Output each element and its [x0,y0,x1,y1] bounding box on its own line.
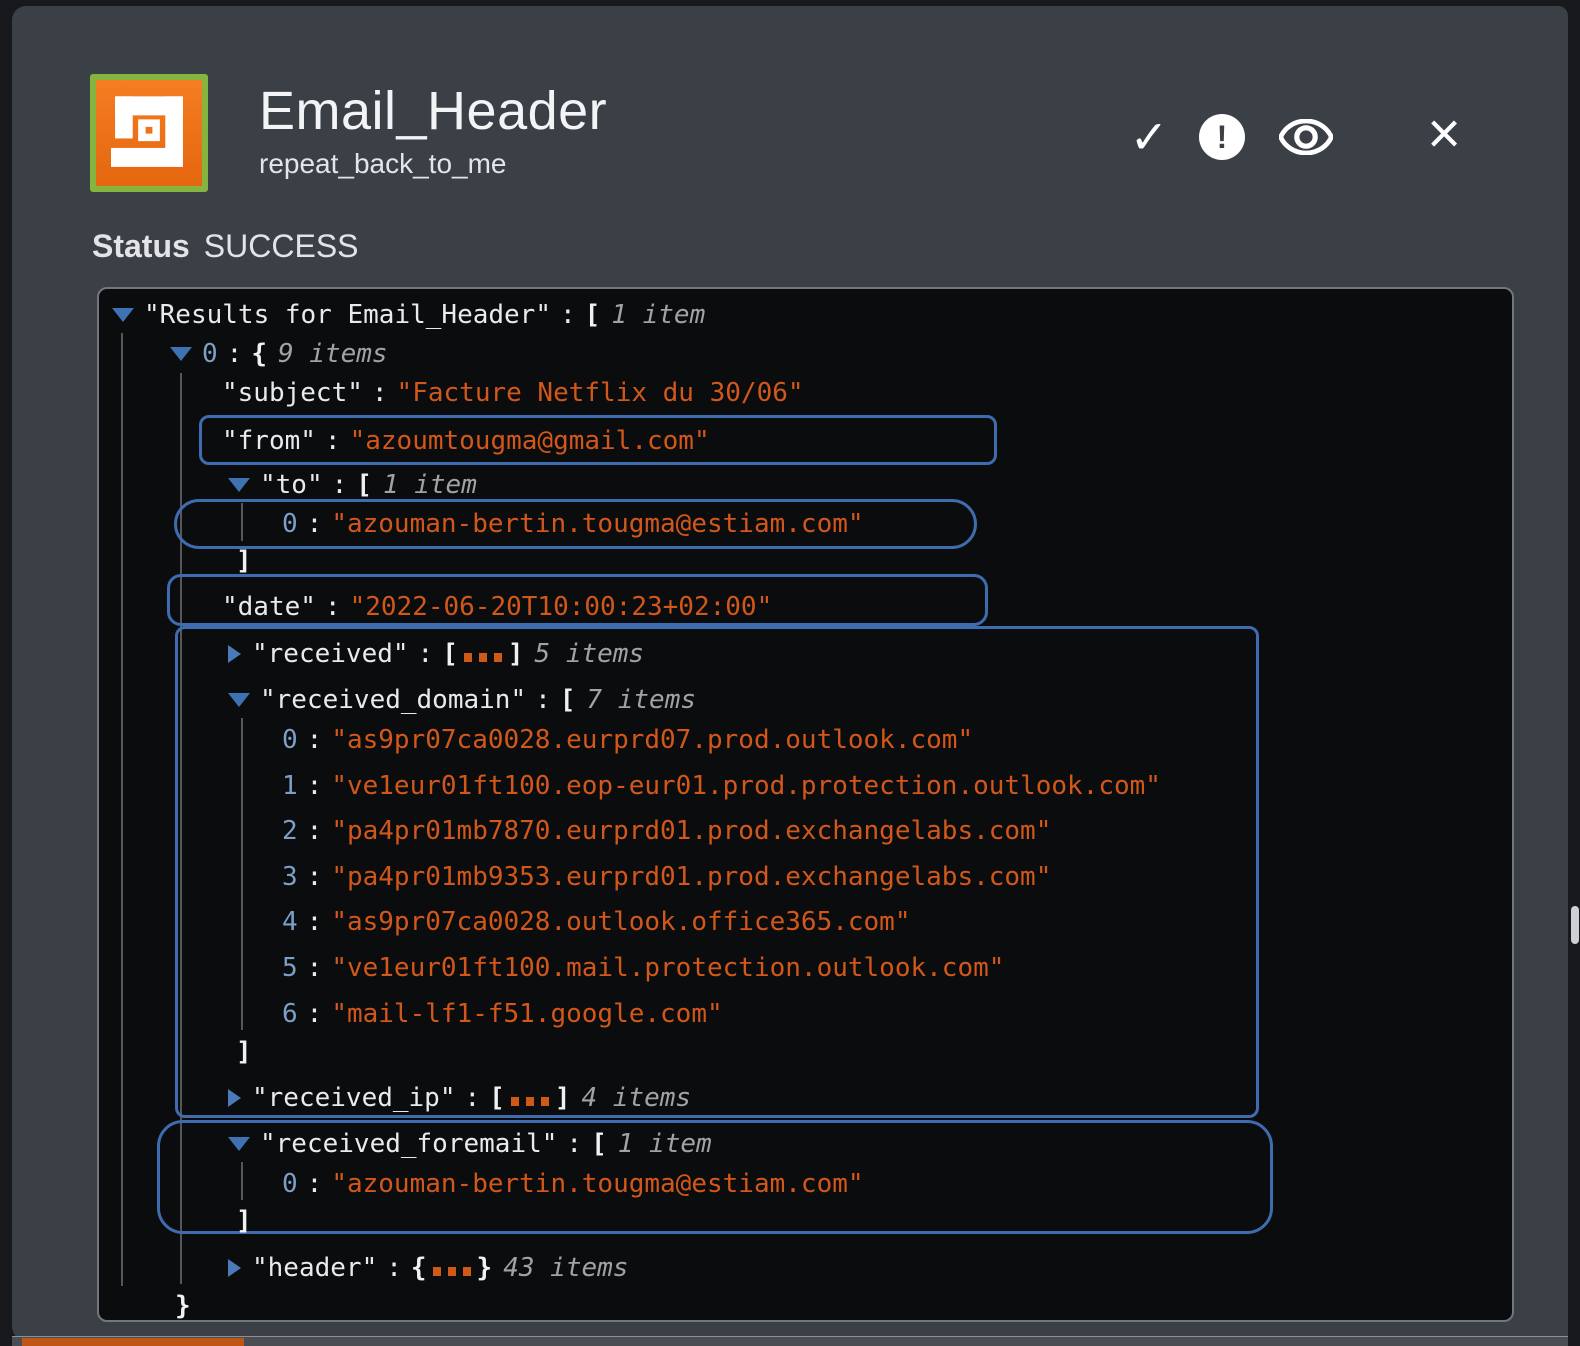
status-row: Status SUCCESS [92,228,359,265]
action-result-modal: Email_Header repeat_back_to_me ✓ ! × Sta… [12,6,1568,1342]
json-line: "received_ip":[] 4 items [228,1078,691,1118]
ellipsis-icon[interactable] [510,1096,549,1106]
collapse-icon[interactable] [228,478,250,492]
expand-icon[interactable] [228,645,241,663]
json-line: 3: "pa4pr01mb9353.eurprd01.prod.exchangel… [282,862,1052,892]
tree-guide-line [121,333,123,1286]
json-line: 0: "azouman-bertin.tougma@estiam.com" [282,509,864,539]
screen: Email_Header repeat_back_to_me ✓ ! × Sta… [0,0,1580,1346]
json-line: 0: "as9pr07ca0028.eurprd07.prod.outlook.c… [282,725,974,755]
json-line: } [175,1291,191,1321]
exclamation-circle-icon: ! [1199,114,1245,160]
close-button[interactable]: × [1417,105,1471,164]
page-title: Email_Header [259,81,608,141]
tree-guide-line [241,1162,243,1200]
json-line: 0: "azouman-bertin.tougma@estiam.com" [282,1169,864,1199]
collapse-icon[interactable] [228,693,250,707]
json-line: 5: "ve1eur01ft100.mail.protection.outlook… [282,953,1005,983]
horizontal-scrollbar-track[interactable] [12,1336,1568,1346]
shuffle-logo-icon [111,96,183,167]
tree-guide-line [180,373,182,1284]
json-line: "from": "azoumtougma@gmail.com" [222,426,710,456]
tree-guide-line [241,503,243,541]
ellipsis-icon[interactable] [432,1266,471,1276]
preview-button[interactable] [1279,110,1333,164]
collapse-icon[interactable] [112,308,134,322]
json-line: 1: "ve1eur01ft100.eop-eur01.prod.protecti… [282,771,1161,801]
json-line: 6: "mail-lf1-f51.google.com" [282,999,723,1029]
json-line: "received_foremail":[1 item [228,1124,712,1164]
json-line: ] [236,1037,252,1067]
json-line: 2: "pa4pr01mb7870.eurprd01.prod.exchangel… [282,816,1052,846]
json-line: "received":[] 5 items [228,634,644,674]
json-line: "received_domain":[7 items [228,680,696,720]
horizontal-scrollbar-thumb[interactable] [22,1338,244,1346]
shuffle-app-icon [90,74,208,192]
tree-guide-line [241,718,243,1030]
check-icon: ✓ [1129,111,1169,163]
json-result-viewer[interactable]: "Results for Email_Header":[1 item 0:{9 … [97,287,1514,1322]
expand-icon[interactable] [228,1259,241,1277]
action-subtitle: repeat_back_to_me [259,148,507,179]
json-line: "subject": "Facture Netflix du 30/06" [222,378,804,408]
json-line: 0:{9 items [170,334,388,374]
collapse-icon[interactable] [170,347,192,361]
json-line: "header":{} 43 items [228,1248,628,1288]
expand-icon[interactable] [228,1089,241,1107]
vertical-scrollbar-thumb[interactable] [1571,906,1579,944]
ellipsis-icon[interactable] [463,652,502,662]
confirm-button[interactable]: ✓ [1122,110,1176,164]
json-line: ] [236,1206,252,1236]
json-line: 4: "as9pr07ca0028.outlook.office365.com" [282,907,911,937]
json-line: ] [236,546,252,576]
collapse-icon[interactable] [228,1137,250,1151]
json-line: "Results for Email_Header":[1 item [112,295,705,335]
alert-button[interactable]: ! [1195,110,1249,164]
json-line: "to":[1 item [228,465,477,505]
status-badge: SUCCESS [203,228,359,264]
close-icon: × [1427,101,1461,166]
eye-icon [1279,119,1333,155]
status-label: Status [92,228,190,264]
json-line: "date": "2022-06-20T10:00:23+02:00" [222,592,773,622]
